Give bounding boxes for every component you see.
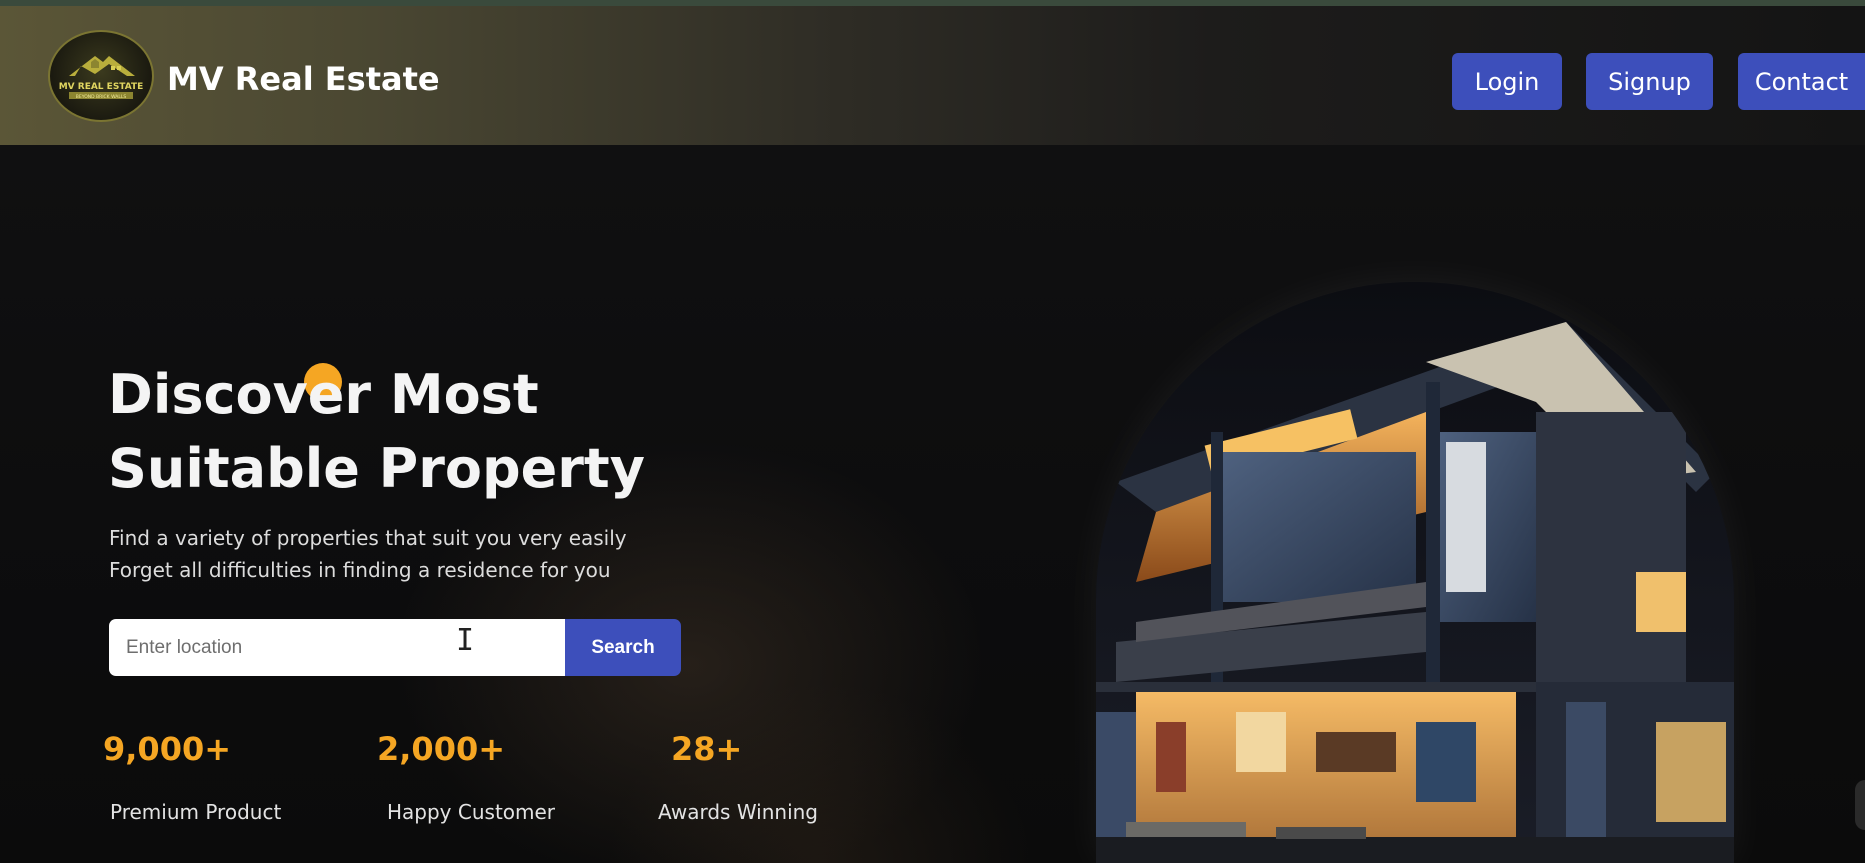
hero-subtitle-line1: Find a variety of properties that suit y… — [109, 526, 627, 550]
hero-subtitle: Find a variety of properties that suit y… — [109, 522, 709, 586]
hero-title-line2: Suitable Property — [108, 437, 645, 500]
stat-label-premium-product: Premium Product — [110, 800, 282, 824]
brand-logo[interactable]: MV REAL ESTATE BEYOND BRICK WALLS — [48, 30, 154, 122]
logo-text: MV REAL ESTATE — [59, 82, 144, 92]
stat-value-awards-winning: 28+ — [671, 730, 743, 768]
text-cursor-icon: I — [456, 623, 475, 658]
signup-button[interactable]: Signup — [1586, 53, 1713, 110]
stat-label-happy-customer: Happy Customer — [387, 800, 556, 824]
contact-button[interactable]: Contact — [1738, 53, 1865, 110]
location-search-input[interactable] — [109, 619, 565, 676]
side-scroll-handle[interactable] — [1855, 780, 1865, 830]
hero-title-line1: Discover Most — [108, 363, 539, 426]
site-header: MV REAL ESTATE BEYOND BRICK WALLS MV Rea… — [0, 6, 1865, 145]
brand-name[interactable]: MV Real Estate — [167, 60, 440, 98]
login-button[interactable]: Login — [1452, 53, 1562, 110]
logo-tagline: BEYOND BRICK WALLS — [76, 94, 127, 100]
stat-value-happy-customer: 2,000+ — [377, 730, 506, 768]
hero-title: Discover Most Suitable Property — [108, 358, 668, 506]
house-roof-icon: MV REAL ESTATE BEYOND BRICK WALLS — [59, 56, 144, 100]
hero-subtitle-line2: Forget all difficulties in finding a res… — [109, 558, 611, 582]
stat-label-awards-winning: Awards Winning — [658, 800, 818, 824]
location-search: Search — [109, 619, 681, 676]
stat-value-premium-product: 9,000+ — [103, 730, 232, 768]
search-button[interactable]: Search — [565, 619, 681, 676]
